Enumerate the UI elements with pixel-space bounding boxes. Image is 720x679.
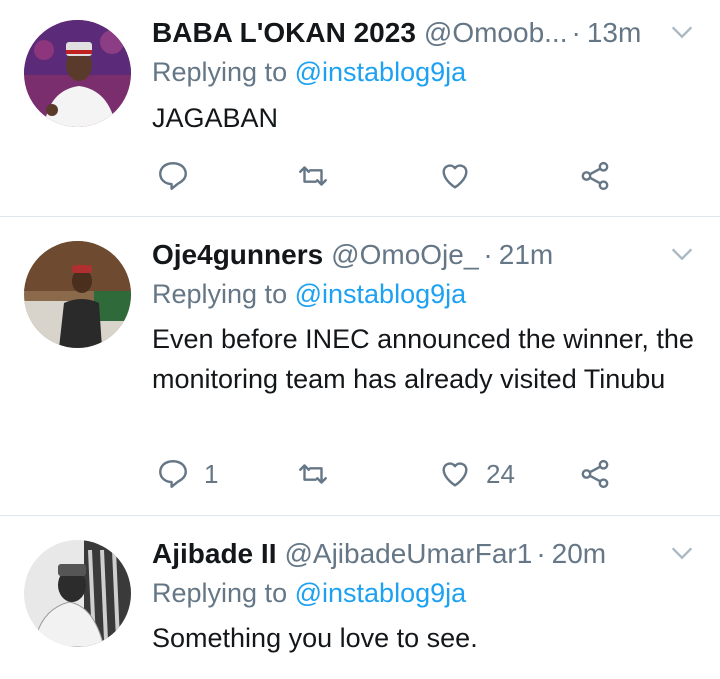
like-count: 24 bbox=[486, 458, 515, 489]
replying-prefix: Replying to bbox=[152, 57, 288, 87]
like-icon bbox=[442, 462, 468, 487]
replying-prefix: Replying to bbox=[152, 578, 288, 608]
handle[interactable]: @OmoOje_ bbox=[331, 239, 479, 271]
timestamp[interactable]: 13m bbox=[587, 17, 641, 49]
avatar[interactable] bbox=[24, 540, 131, 647]
chevron-down-icon[interactable] bbox=[668, 539, 696, 567]
tweet-text: JAGABAN bbox=[152, 103, 279, 133]
reply-button[interactable] bbox=[156, 156, 204, 196]
tweet-header: BABA L'OKAN 2023 @Omoob... · 13m bbox=[152, 16, 696, 50]
share-button[interactable] bbox=[578, 156, 612, 196]
retweet-icon bbox=[299, 166, 327, 186]
avatar-image bbox=[24, 241, 131, 348]
tweet-text: Even before INEC announced the winner, t… bbox=[152, 324, 694, 394]
tweet-text: Something you love to see. bbox=[152, 623, 478, 653]
like-button[interactable] bbox=[438, 156, 486, 196]
reply-button[interactable]: 1 bbox=[156, 454, 218, 494]
replying-to: Replying to @instablog9ja bbox=[152, 578, 466, 609]
separator-dot: · bbox=[536, 538, 546, 569]
handle[interactable]: @Omoob... bbox=[424, 17, 568, 49]
retweet-icon bbox=[299, 464, 327, 484]
avatar[interactable] bbox=[24, 241, 131, 348]
tweet-3[interactable]: Ajibade II @AjibadeUmarFar1 · 20m Replyi… bbox=[0, 516, 720, 679]
tweet-header: Oje4gunners @OmoOje_ · 21m bbox=[152, 238, 696, 272]
share-icon bbox=[581, 459, 609, 489]
tweet-2[interactable]: Oje4gunners @OmoOje_ · 21m Replying to @… bbox=[0, 217, 720, 515]
mention-link[interactable]: @instablog9ja bbox=[295, 279, 467, 309]
replying-to: Replying to @instablog9ja bbox=[152, 279, 466, 310]
handle[interactable]: @AjibadeUmarFar1 bbox=[284, 538, 532, 570]
retweet-button[interactable] bbox=[296, 454, 330, 494]
reply-icon bbox=[159, 162, 187, 190]
mention-link[interactable]: @instablog9ja bbox=[295, 578, 467, 608]
share-button[interactable] bbox=[578, 454, 612, 494]
like-icon bbox=[442, 164, 468, 189]
avatar-image bbox=[24, 540, 131, 647]
retweet-button[interactable] bbox=[296, 156, 330, 196]
chevron-down-icon[interactable] bbox=[668, 18, 696, 46]
action-bar: 1 24 bbox=[152, 454, 632, 494]
separator-dot: · bbox=[571, 17, 581, 48]
action-bar bbox=[152, 156, 632, 196]
separator-dot: · bbox=[483, 239, 493, 270]
reply-icon bbox=[159, 460, 187, 488]
tweet-1[interactable]: BABA L'OKAN 2023 @Omoob... · 13m Replyin… bbox=[0, 0, 720, 216]
replying-prefix: Replying to bbox=[152, 279, 288, 309]
timestamp[interactable]: 20m bbox=[552, 538, 606, 570]
avatar[interactable] bbox=[24, 20, 131, 127]
like-button[interactable]: 24 bbox=[438, 454, 515, 494]
mention-link[interactable]: @instablog9ja bbox=[295, 57, 467, 87]
display-name[interactable]: Oje4gunners bbox=[152, 239, 323, 271]
share-icon bbox=[581, 161, 609, 191]
display-name[interactable]: Ajibade II bbox=[152, 538, 276, 570]
chevron-down-icon[interactable] bbox=[668, 240, 696, 268]
replying-to: Replying to @instablog9ja bbox=[152, 57, 466, 88]
avatar-image bbox=[24, 20, 131, 127]
reply-count: 1 bbox=[204, 458, 219, 489]
display-name[interactable]: BABA L'OKAN 2023 bbox=[152, 17, 416, 49]
tweet-header: Ajibade II @AjibadeUmarFar1 · 20m bbox=[152, 537, 696, 571]
timestamp[interactable]: 21m bbox=[499, 239, 553, 271]
